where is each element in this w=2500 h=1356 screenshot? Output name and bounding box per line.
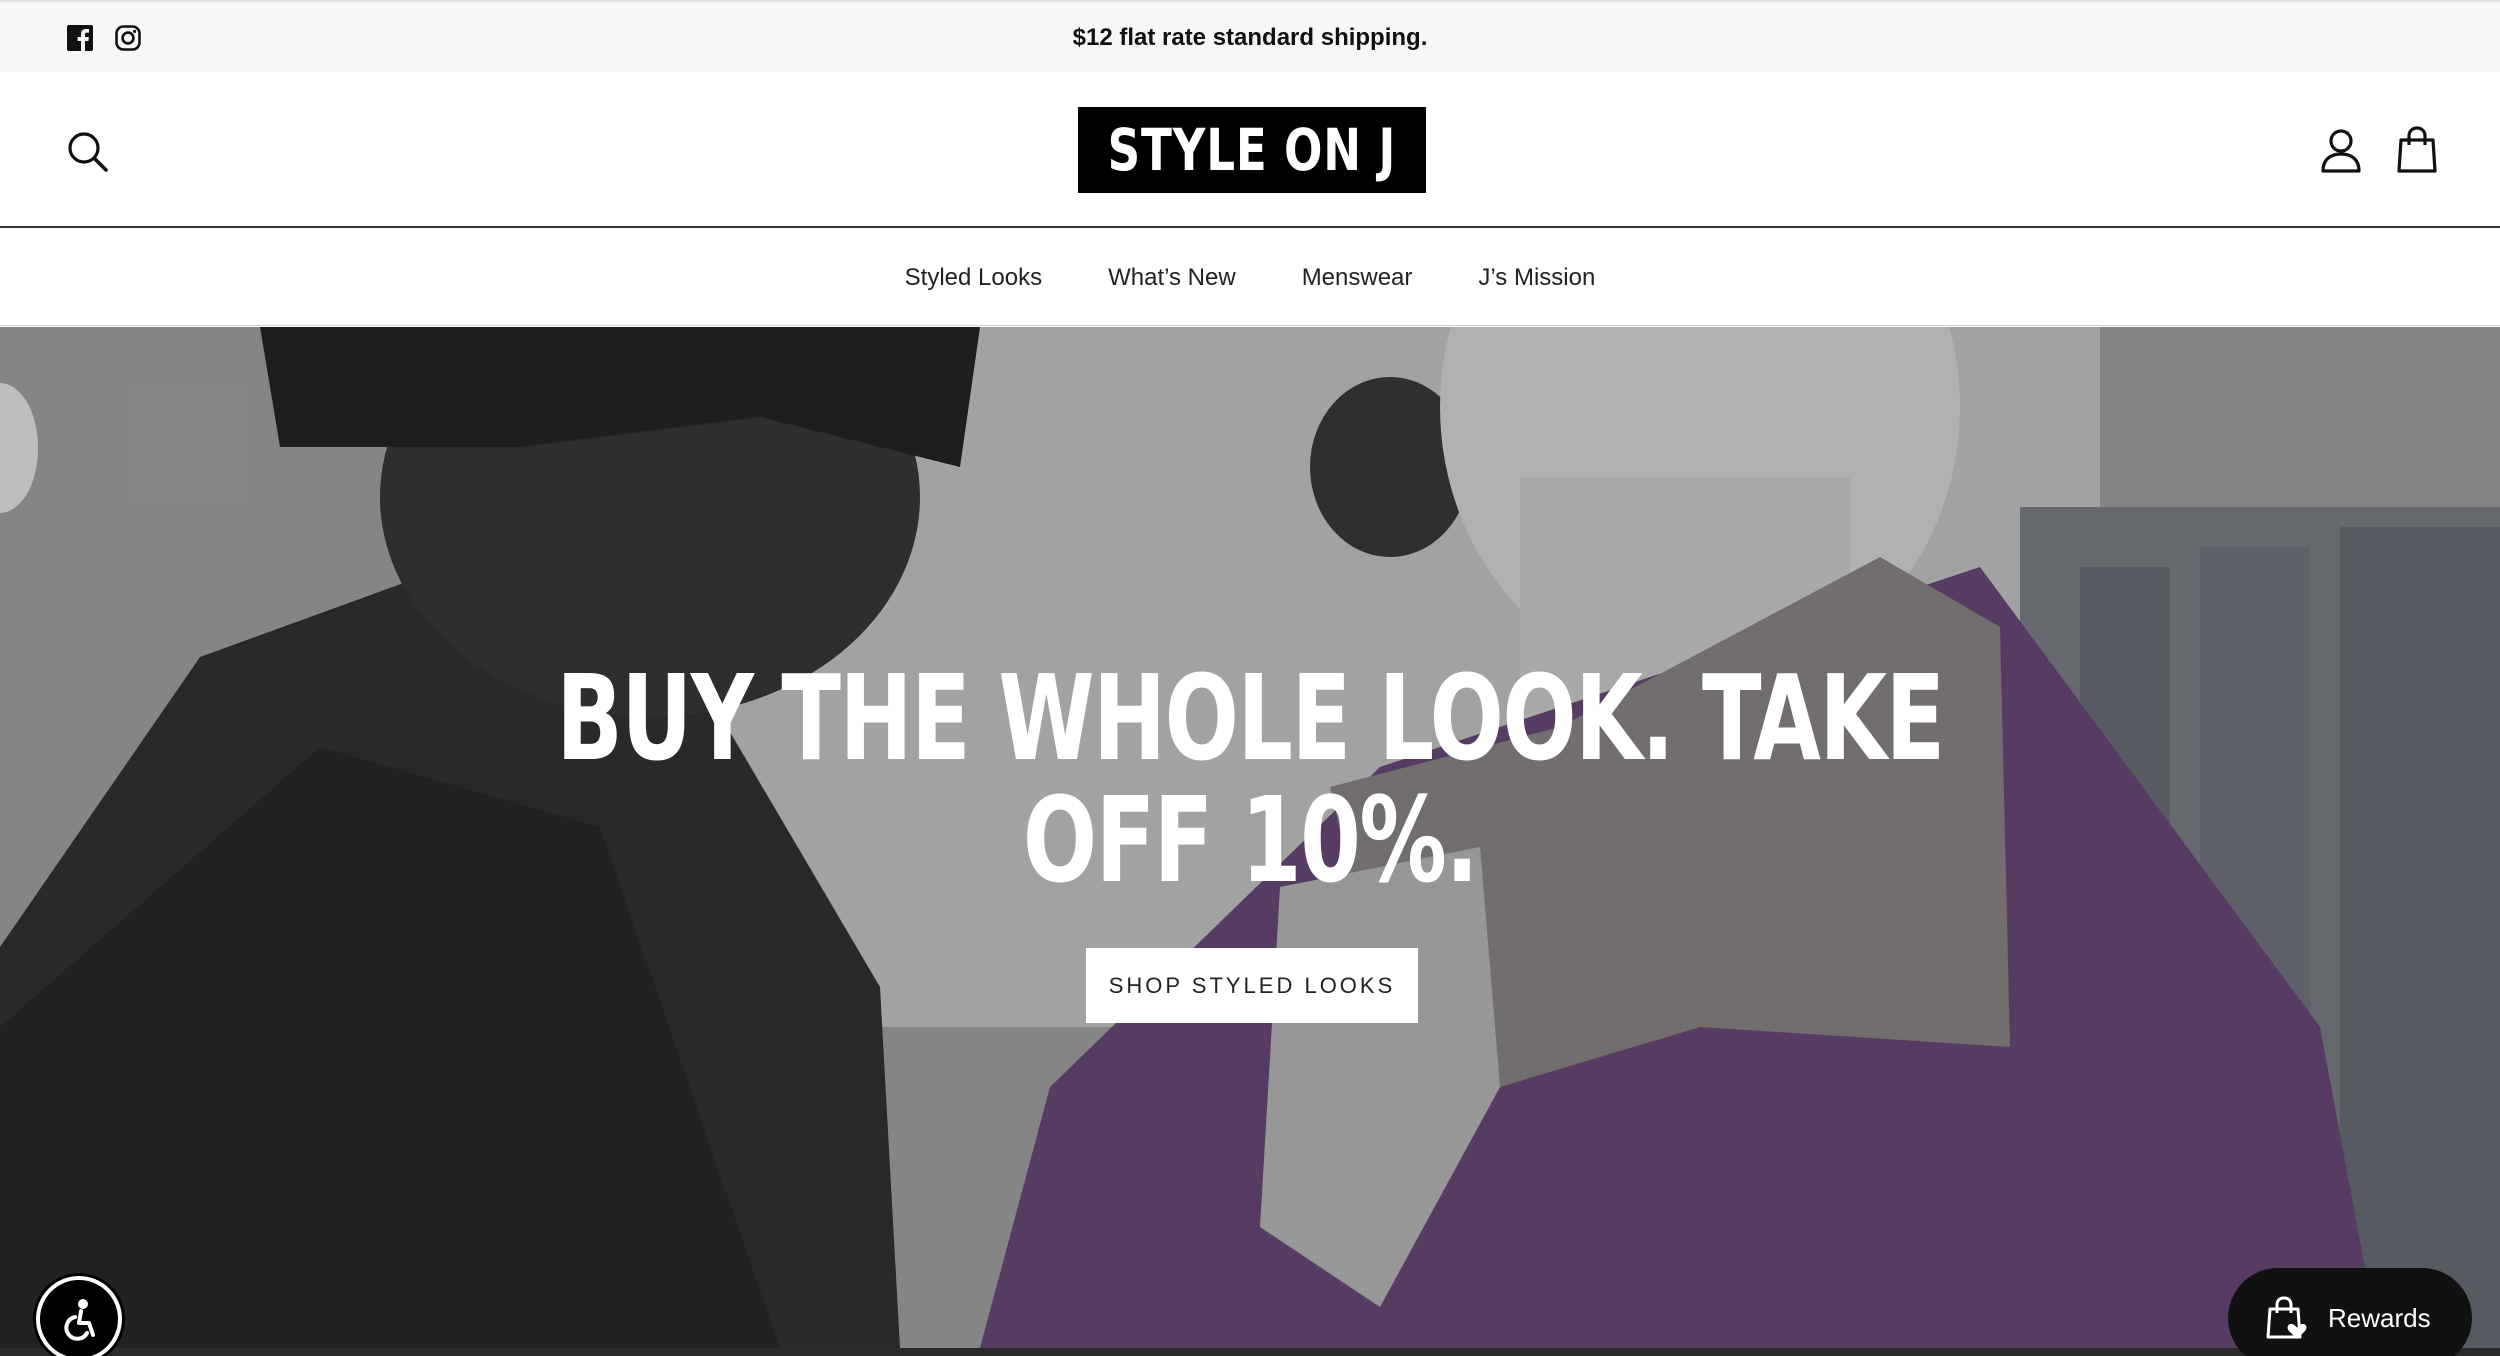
- nav-item-js-mission[interactable]: J’s Mission: [1445, 264, 1628, 292]
- accessibility-button[interactable]: [36, 1276, 122, 1356]
- rewards-launcher[interactable]: Rewards: [2228, 1268, 2472, 1356]
- nav-item-menswear[interactable]: Menswear: [1269, 264, 1446, 292]
- hero-title: BUY THE WHOLE LOOK. TAKE OFF 10%.: [0, 657, 2500, 901]
- hero-banner: BUY THE WHOLE LOOK. TAKE OFF 10%. SHOP S…: [0, 327, 2500, 1348]
- main-nav: Styled Looks What’s New Menswear J’s Mis…: [0, 230, 2500, 326]
- account-icon[interactable]: [2320, 128, 2362, 174]
- shopping-bag-heart-icon: [2266, 1296, 2307, 1339]
- nav-item-whats-new[interactable]: What’s New: [1075, 264, 1269, 292]
- cart-icon[interactable]: [2396, 126, 2438, 174]
- page-bottom-edge: [0, 1348, 2500, 1356]
- accessibility-icon: [64, 1299, 95, 1341]
- announcement-bar: $12 flat rate standard shipping.: [0, 0, 2500, 72]
- announcement-text: $12 flat rate standard shipping.: [1072, 24, 1428, 51]
- nav-item-styled-looks[interactable]: Styled Looks: [872, 264, 1075, 292]
- shop-styled-looks-button[interactable]: SHOP STYLED LOOKS: [1086, 948, 1418, 1023]
- search-icon[interactable]: [66, 130, 110, 174]
- site-logo[interactable]: STYLE ON J: [1078, 107, 1426, 193]
- hero-title-line-1: BUY THE WHOLE LOOK. TAKE: [556, 649, 1945, 787]
- hero-title-line-2: OFF 10%.: [1022, 771, 1479, 909]
- logo-text: STYLE ON J: [1107, 116, 1397, 184]
- site-header: STYLE ON J: [0, 72, 2500, 228]
- rewards-label: Rewards: [2328, 1302, 2431, 1333]
